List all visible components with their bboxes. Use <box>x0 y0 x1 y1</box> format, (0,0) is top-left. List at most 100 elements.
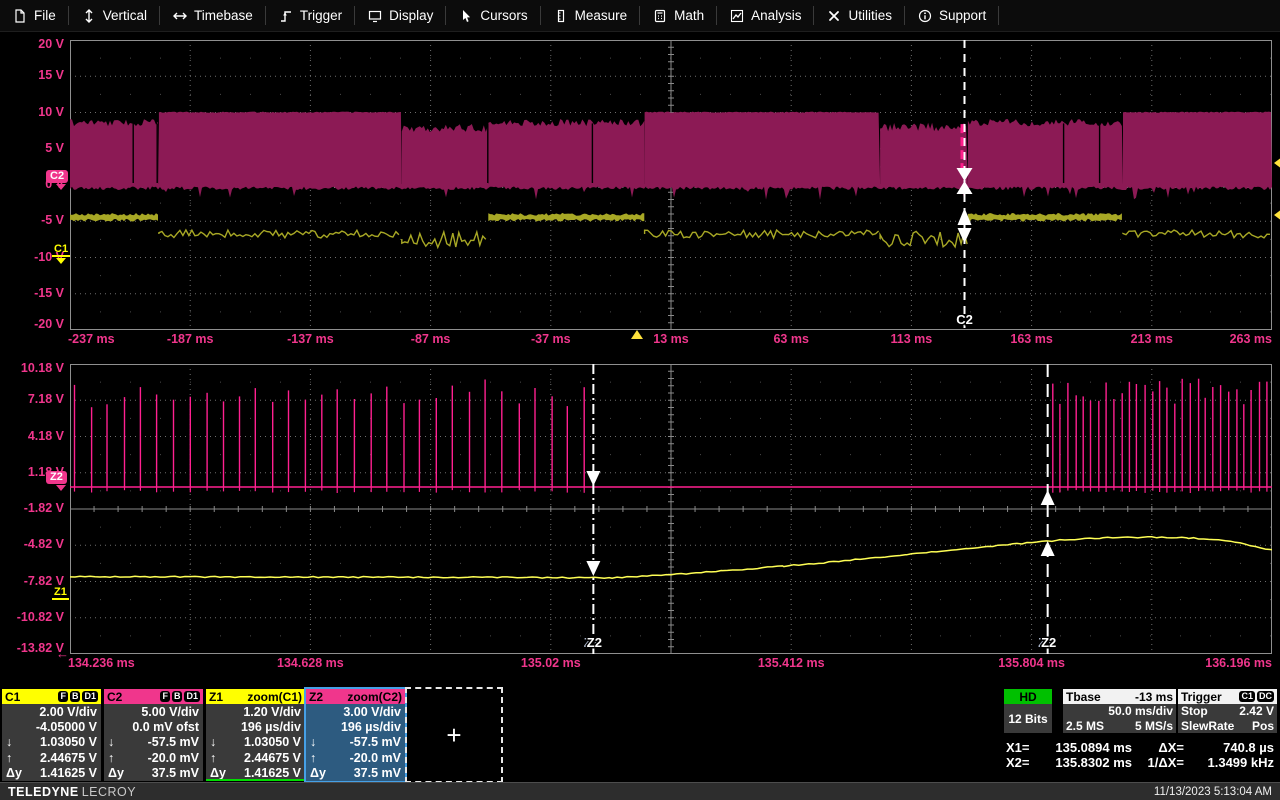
y-axis-label: 7.18 V <box>0 392 64 407</box>
cursor-symbol: ↑ <box>108 751 114 765</box>
channel-value: 1.03050 V <box>40 735 97 749</box>
trigger-level-marker[interactable] <box>1274 157 1280 169</box>
channel-value: 3.00 V/div <box>343 705 401 719</box>
datetime: 11/13/2023 5:13:04 AM <box>1154 786 1272 798</box>
menu-item-timebase[interactable]: Timebase <box>160 0 266 31</box>
support-icon <box>918 9 932 23</box>
channel-badge: F <box>58 691 68 702</box>
display-icon <box>368 9 382 23</box>
timebase-scale: 50.0 ms/div <box>1063 704 1176 719</box>
oscilloscope-screen: File Vertical TimebaseTrigger Display Cursor… <box>0 0 1280 800</box>
menu-item-label: Support <box>939 8 986 23</box>
cursor-symbol: Δy <box>108 766 124 780</box>
timebase-icon <box>173 9 187 23</box>
timebase-box[interactable]: Tbase-13 ms 50.0 ms/div 2.5 MS5 MS/s <box>1063 689 1176 733</box>
cursors-icon <box>459 9 473 23</box>
add-trace-dropzone[interactable]: + <box>405 687 503 783</box>
menu-item-file[interactable]: File <box>0 0 69 31</box>
channel-value: 5.00 V/div <box>141 705 199 719</box>
z1-zero-marker[interactable]: Z1 <box>52 586 69 600</box>
channel-row: 0.0 mV ofst <box>104 719 203 734</box>
menu-item-math[interactable]: Math <box>640 0 717 31</box>
cursor-symbol: ↑ <box>210 751 216 765</box>
menu-item-label: Utilities <box>848 8 892 23</box>
channel-row: 3.00 V/div <box>306 704 405 719</box>
menu-item-vertical[interactable]: Vertical <box>69 0 160 31</box>
x-axis-label: 135.02 ms <box>506 656 596 670</box>
c1-level-marker[interactable] <box>1274 209 1280 221</box>
cursor-symbol: Δy <box>6 766 22 780</box>
vertical-icon <box>82 9 96 23</box>
channel-header: Z1zoom(C1) <box>206 689 305 704</box>
trigger-time-marker[interactable] <box>631 330 643 339</box>
menu-item-label: Display <box>389 8 433 23</box>
z2-zero-marker[interactable]: Z2 <box>46 471 67 484</box>
c1-zero-marker[interactable]: C1 <box>52 243 70 257</box>
channel-value: 0.0 mV ofst <box>132 720 199 734</box>
channel-value: 2.44675 V <box>40 751 97 765</box>
z2-zero-pointer <box>56 485 66 491</box>
x-axis-label: -137 ms <box>265 332 355 346</box>
channel-box-c1[interactable]: C1FBD12.00 V/div-4.05000 V↓1.03050 V↑2.4… <box>2 689 101 781</box>
channel-row: 5.00 V/div <box>104 704 203 719</box>
c2-zero-marker[interactable]: C2 <box>46 170 68 183</box>
hd-bits: 12 Bits <box>1004 704 1052 733</box>
menu-item-support[interactable]: Support <box>905 0 999 31</box>
channel-value: 37.5 mV <box>152 766 199 780</box>
menu-item-utilities[interactable]: Utilities <box>814 0 905 31</box>
measure-icon <box>554 9 568 23</box>
channel-box-z1[interactable]: Z1zoom(C1)1.20 V/div196 µs/div↓1.03050 V… <box>206 689 305 781</box>
channel-box-z2[interactable]: Z2zoom(C2)3.00 V/div196 µs/div↓-57.5 mV↑… <box>306 689 405 781</box>
channel-box-c2[interactable]: C2FBD15.00 V/div0.0 mV ofst↓-57.5 mV↑-20… <box>104 689 203 781</box>
channel-row: 196 µs/div <box>306 719 405 734</box>
channel-row: ↓ -57.5 mV <box>306 735 405 750</box>
channel-row: ↑2.44675 V <box>206 750 305 765</box>
timebase-header: Tbase-13 ms <box>1063 689 1176 704</box>
plus-icon: + <box>446 720 461 751</box>
c1-zero-pointer <box>56 258 66 264</box>
y-axis-label: -15 V <box>0 286 64 301</box>
menu-item-display[interactable]: Display <box>355 0 446 31</box>
y-axis-label: -1.82 V <box>0 501 64 516</box>
menu-item-label: Vertical <box>103 8 147 23</box>
menu-bar: File Vertical TimebaseTrigger Display Cursor… <box>0 0 1280 32</box>
hd-header: HD <box>1004 689 1052 704</box>
channel-badge: F <box>160 691 170 702</box>
active-trace-underline <box>206 779 305 781</box>
channel-row: ↓ 1.03050 V <box>2 735 101 750</box>
menu-item-cursors[interactable]: Cursors <box>446 0 540 31</box>
menu-item-trigger[interactable]: Trigger <box>266 0 355 31</box>
channel-value: -57.5 mV <box>350 735 401 749</box>
menu-item-measure[interactable]: Measure <box>541 0 641 31</box>
math-icon <box>653 9 667 23</box>
hd-resolution-box[interactable]: HD 12 Bits <box>1004 689 1052 733</box>
trigger-box[interactable]: Trigger C1 DC Stop2.42 V SlewRatePos <box>1178 689 1277 733</box>
channel-value: 37.5 mV <box>354 766 401 780</box>
channel-badge: B <box>172 691 183 702</box>
channel-value: -4.05000 V <box>36 720 97 734</box>
cursor-symbol: ↓ <box>6 735 12 749</box>
channel-row: 2.00 V/div <box>2 704 101 719</box>
channel-badges: FBD1 <box>58 691 98 702</box>
x-axis-label: 135.804 ms <box>987 656 1077 670</box>
x-axis-label: 163 ms <box>987 332 1077 346</box>
channel-badge: D1 <box>184 691 200 702</box>
cursor-symbol: Δy <box>310 766 326 780</box>
channel-row: 196 µs/div <box>206 719 305 734</box>
utilities-icon <box>827 9 841 23</box>
y-axis-label: 4.18 V <box>0 429 64 444</box>
cursor-symbol: ↓ <box>310 735 316 749</box>
channel-row: ↑-20.0 mV <box>306 750 405 765</box>
status-bar: TELEDYNELECROY 11/13/2023 5:13:04 AM <box>0 782 1280 800</box>
channel-value: -20.0 mV <box>148 751 199 765</box>
main-waveform-grid[interactable]: C2 <box>70 40 1272 330</box>
menu-item-analysis[interactable]: Analysis <box>717 0 814 31</box>
zoom-waveform-grid[interactable]: Z1Z2Z1Z2 <box>70 364 1272 654</box>
x-axis-label: 134.628 ms <box>265 656 355 670</box>
channel-value: 1.20 V/div <box>243 705 301 719</box>
trigger-coupling-badge: DC <box>1257 691 1274 702</box>
menu-item-label: Cursors <box>480 8 527 23</box>
cursor-symbol: ↓ <box>108 735 114 749</box>
x-axis-label: 134.236 ms <box>68 656 158 670</box>
y-axis-label: 10 V <box>0 105 64 120</box>
